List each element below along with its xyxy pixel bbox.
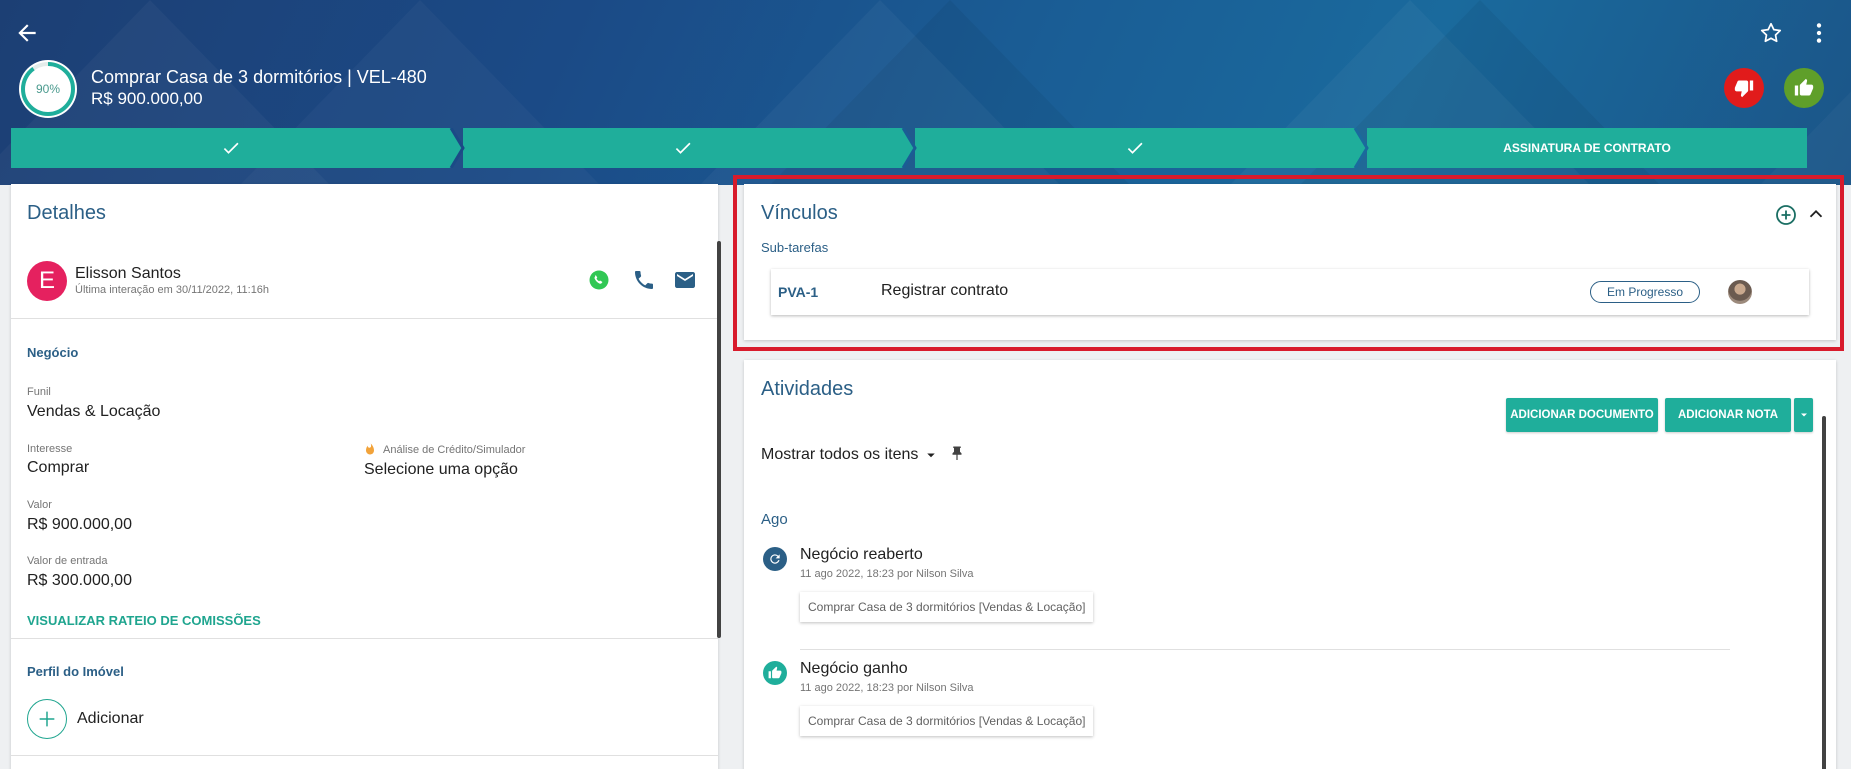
header-banner: 90% Comprar Casa de 3 dormitórios | VEL-…	[0, 0, 1851, 185]
last-interaction: Última interação em 30/11/2022, 11:16h	[75, 284, 270, 296]
interesse-label: Interesse	[27, 443, 73, 455]
funil-label: Funil	[27, 386, 51, 398]
refresh-icon	[763, 547, 787, 571]
stage-separator	[447, 128, 465, 168]
details-scrollbar[interactable]	[717, 241, 721, 638]
stage-1[interactable]	[11, 128, 451, 168]
deal-progress-ring: 90%	[19, 60, 77, 118]
add-note-menu-button[interactable]	[1794, 398, 1813, 432]
activity-deal-chip[interactable]: Comprar Casa de 3 dormitórios [Vendas & …	[800, 706, 1094, 736]
activity-group-label: Ago	[761, 511, 788, 528]
activities-scrollbar[interactable]	[1822, 416, 1826, 769]
details-title: Detalhes	[27, 202, 106, 224]
mark-lost-button[interactable]	[1724, 68, 1764, 108]
deal-value: R$ 900.000,00	[91, 89, 203, 108]
activity-deal-chip[interactable]: Comprar Casa de 3 dormitórios [Vendas & …	[800, 592, 1094, 622]
valor-label: Valor	[27, 499, 52, 511]
caret-down-icon	[927, 453, 936, 458]
phone-icon[interactable]	[632, 268, 656, 292]
fire-icon	[366, 443, 374, 455]
pipeline-stages: ASSINATURA DE CONTRATO	[11, 128, 1807, 168]
divider	[11, 318, 718, 319]
add-property-button[interactable]	[27, 699, 67, 739]
entrada-label: Valor de entrada	[27, 555, 108, 567]
activity-title: Negócio ganho	[800, 660, 908, 677]
deal-title: Comprar Casa de 3 dormitórios | VEL-480	[91, 67, 427, 87]
whatsapp-icon[interactable]	[587, 268, 611, 292]
activities-card: Atividades ADICIONAR DOCUMENTO ADICIONAR…	[744, 360, 1836, 769]
valor-value[interactable]: R$ 900.000,00	[27, 516, 132, 534]
check-icon	[675, 142, 691, 154]
stage-4-label: ASSINATURA DE CONTRATO	[1503, 141, 1671, 155]
divider	[800, 649, 1730, 650]
activity-filter-label: Mostrar todos os itens	[761, 446, 919, 463]
highlight-frame	[733, 175, 1844, 351]
star-outline-icon[interactable]	[1758, 20, 1784, 46]
thumb-down-icon	[1734, 80, 1754, 98]
add-note-button[interactable]: ADICIONAR NOTA	[1665, 398, 1791, 432]
stage-separator	[1351, 128, 1369, 168]
thumb-up-icon	[763, 661, 787, 685]
activity-meta: 11 ago 2022, 18:23 por Nilson Silva	[800, 568, 974, 580]
details-card: Detalhes E Elisson Santos Última interaç…	[11, 184, 721, 769]
progress-label: 90%	[35, 82, 61, 96]
stage-4[interactable]: ASSINATURA DE CONTRATO	[1367, 128, 1807, 168]
refresh-glyph	[770, 554, 780, 564]
check-icon	[223, 142, 239, 154]
entrada-value[interactable]: R$ 300.000,00	[27, 572, 132, 590]
check-icon	[1127, 142, 1143, 154]
activity-filter[interactable]: Mostrar todos os itens	[761, 446, 940, 464]
interesse-value[interactable]: Comprar	[27, 459, 89, 477]
analise-label: Análise de Crédito/Simulador	[383, 444, 526, 456]
avatar[interactable]: E	[27, 261, 67, 301]
arrow-left-icon[interactable]	[14, 20, 40, 46]
property-section-label: Perfil do Imóvel	[27, 664, 124, 679]
pin-icon[interactable]	[948, 445, 966, 463]
activity-title: Negócio reaberto	[800, 546, 923, 563]
contact-name[interactable]: Elisson Santos	[75, 265, 181, 283]
funil-value[interactable]: Vendas & Locação	[27, 403, 160, 421]
stage-separator	[899, 128, 917, 168]
more-vertical-icon[interactable]	[1806, 20, 1832, 46]
mark-won-button[interactable]	[1784, 68, 1824, 108]
analise-select[interactable]: Selecione uma opção	[364, 461, 518, 479]
email-icon[interactable]	[673, 268, 697, 292]
add-document-button[interactable]: ADICIONAR DOCUMENTO	[1506, 398, 1658, 432]
stage-3[interactable]	[915, 128, 1355, 168]
commission-link[interactable]: VISUALIZAR RATEIO DE COMISSÕES	[27, 613, 261, 628]
activities-title: Atividades	[761, 378, 854, 400]
thumb-up-icon	[1794, 78, 1814, 96]
thumb-up-glyph	[768, 666, 782, 679]
add-property-label[interactable]: Adicionar	[77, 710, 144, 728]
activity-meta: 11 ago 2022, 18:23 por Nilson Silva	[800, 682, 974, 694]
divider	[11, 755, 718, 756]
stage-2[interactable]	[463, 128, 903, 168]
plus-icon	[39, 711, 55, 727]
business-section-label: Negócio	[27, 345, 79, 360]
caret-down-icon	[1800, 413, 1807, 417]
divider	[11, 638, 718, 639]
